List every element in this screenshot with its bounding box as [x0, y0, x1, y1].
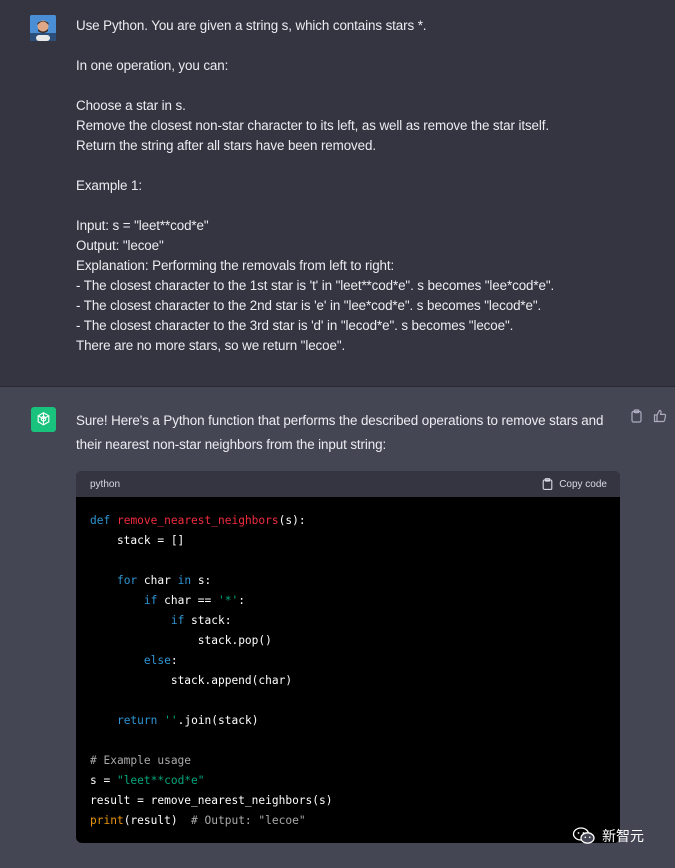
clipboard-icon[interactable]: [630, 409, 643, 423]
message-actions: [630, 409, 667, 423]
code-line: print(result) # Output: "lecoe": [90, 814, 306, 827]
clipboard-icon: [542, 478, 553, 490]
code-header: python Copy code: [76, 471, 620, 497]
code-line: if stack:: [170, 614, 232, 627]
code-line: s = "leet**cod*e": [90, 774, 205, 787]
code-line: def remove_nearest_neighbors(s):: [90, 514, 306, 527]
code-language-label: python: [90, 478, 121, 490]
code-line: else:: [143, 654, 178, 667]
code-block: python Copy code def remove_nearest_neig…: [76, 471, 620, 843]
user-avatar: [30, 15, 56, 41]
code-content: def remove_nearest_neighbors(s): stack =…: [76, 497, 620, 831]
code-line: for char in s:: [116, 574, 212, 587]
code-line: # Example usage: [90, 754, 192, 767]
copy-code-label: Copy code: [559, 478, 607, 490]
user-message-block: Use Python. You are given a string s, wh…: [0, 0, 675, 387]
code-line: stack.append(char): [170, 674, 293, 687]
watermark-text: 新智元: [602, 829, 644, 845]
user-message-text: Use Python. You are given a string s, wh…: [76, 18, 555, 353]
assistant-intro-text: Sure! Here's a Python function that perf…: [76, 413, 604, 452]
code-line: result = remove_nearest_neighbors(s): [90, 794, 333, 807]
code-line: if char == '*':: [143, 594, 245, 607]
code-line: stack.pop(): [197, 634, 272, 647]
thumbs-up-icon[interactable]: [653, 409, 667, 423]
code-line: stack = []: [90, 534, 185, 547]
chatgpt-logo-icon: [31, 407, 56, 432]
watermark: 新智元: [572, 826, 644, 846]
code-line: return ''.join(stack): [116, 714, 259, 727]
wechat-icon: [572, 827, 595, 844]
copy-code-button[interactable]: Copy code: [542, 478, 607, 490]
assistant-message-block: Sure! Here's a Python function that perf…: [0, 387, 675, 868]
